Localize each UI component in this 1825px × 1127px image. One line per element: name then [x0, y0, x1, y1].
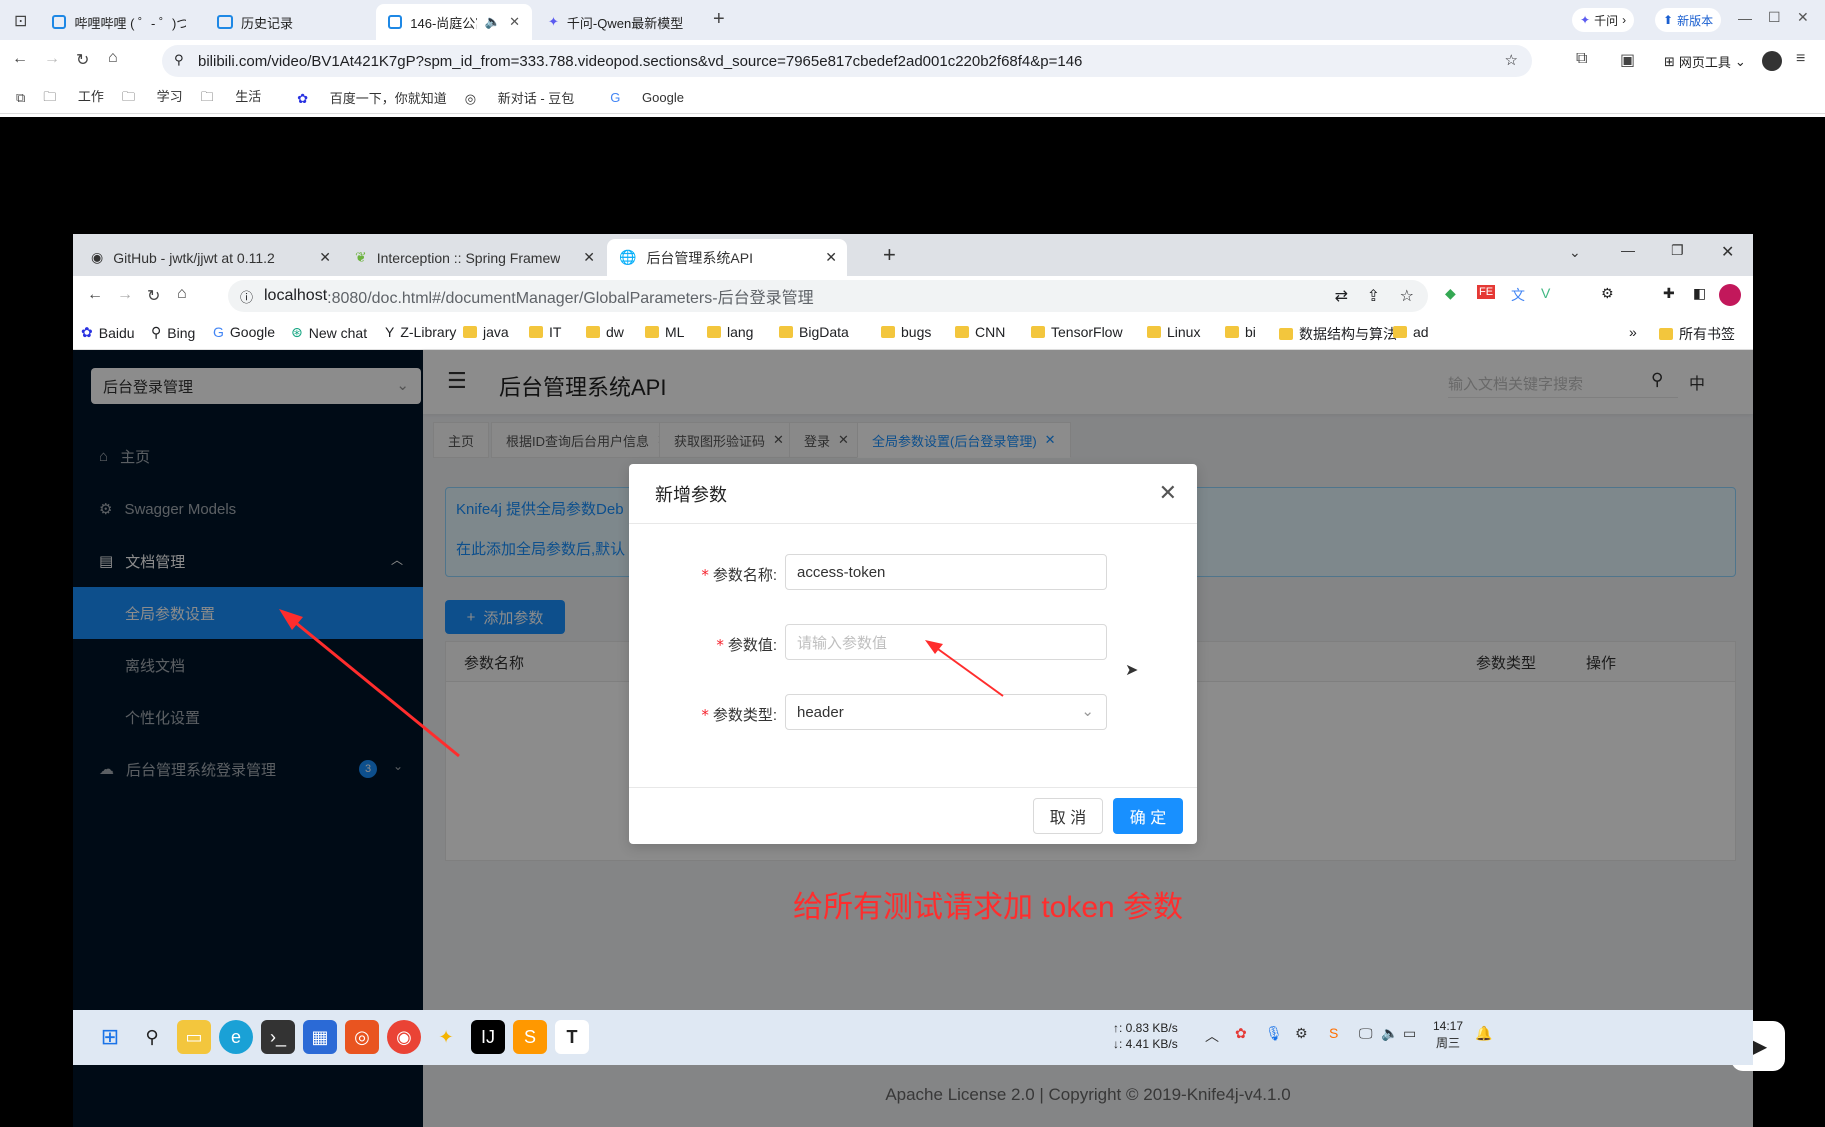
minimize-icon[interactable]: —	[1738, 10, 1752, 26]
home-icon[interactable]: ⌂	[108, 49, 118, 67]
annotation-arrows	[279, 609, 1004, 758]
notification-icon[interactable]: 🔔	[1475, 1025, 1492, 1042]
outer-address-bar: ← → ↻ ⌂ ⚲ bilibili.com/video/BV1At421K7g…	[0, 40, 1825, 82]
outer-browser-window: ⊡ 哔哩哔哩 ( ゜- ゜)つロ 历史记录 146-尚庭公寓 🔈 ✕ ✦ 千问-…	[0, 0, 1825, 1127]
network-icon[interactable]: 🖵	[1359, 1025, 1373, 1042]
intellij-icon[interactable]: IJ	[471, 1020, 505, 1054]
chevron-right-icon: ›	[1622, 13, 1627, 27]
bookmark-baidu[interactable]: ✿ 百度一下，你就知道	[279, 88, 447, 107]
close-icon[interactable]: ✕	[509, 14, 520, 30]
bookmark-label: 工作	[77, 88, 104, 104]
bookmark-doubao[interactable]: ◎ 新对话 - 豆包	[465, 88, 575, 107]
back-icon[interactable]: ←	[12, 50, 28, 68]
windows-start-icon[interactable]: ⊞	[93, 1020, 127, 1054]
outer-url-field[interactable]: ⚲ bilibili.com/video/BV1At421K7gP?spm_id…	[162, 45, 1532, 77]
microphone-icon[interactable]: 🎙	[1265, 1025, 1283, 1042]
bilibili-icon	[52, 15, 67, 29]
windows-taskbar: ⊞ ⚲ ▭ e ›_ ▦ ◎ ◉ ✦ IJ S T ↑: 0.83 KB/s ↓…	[73, 1010, 1753, 1065]
apps-icon[interactable]: ⧉	[16, 90, 25, 106]
arrow-line-input	[930, 643, 1004, 697]
net-up: ↑: 0.83 KB/s	[1113, 1021, 1178, 1035]
typora-icon[interactable]: T	[555, 1020, 589, 1054]
qwen-icon: ✦	[548, 14, 559, 29]
volume-icon[interactable]: 🔈	[1381, 1025, 1398, 1042]
extensions-icon[interactable]: ⧉	[1576, 50, 1587, 68]
bookmark-label: 生活	[235, 88, 262, 104]
screenshot-icon[interactable]: ▣	[1620, 50, 1635, 70]
chevron-up-icon[interactable]: ︿	[1205, 1026, 1219, 1046]
outer-tab-strip: ⊡ 哔哩哔哩 ( ゜- ゜)つロ 历史记录 146-尚庭公寓 🔈 ✕ ✦ 千问-…	[0, 0, 1825, 40]
tray-app-icon[interactable]: ⚙	[1295, 1025, 1308, 1042]
terminal-icon[interactable]: ›_	[261, 1020, 295, 1054]
new-version-label: 新版本	[1677, 13, 1714, 28]
upgrade-icon: ⬆	[1663, 13, 1674, 27]
tab-search-icon[interactable]: ⊡	[14, 11, 27, 31]
bilibili-icon	[388, 15, 403, 29]
qwen-icon: ✦	[1580, 13, 1591, 27]
bookmark-label: Google	[642, 90, 684, 105]
outer-tab-history[interactable]: 历史记录	[205, 4, 375, 40]
inner-browser-window: ◉ GitHub - jwtk/jjwt at 0.11.2 ✕ ❦ Inter…	[73, 234, 1753, 1127]
file-explorer-icon[interactable]: ▭	[177, 1020, 211, 1054]
bookmark-label: 百度一下，你就知道	[329, 91, 447, 106]
video-player[interactable]: ◉ GitHub - jwtk/jjwt at 0.11.2 ✕ ❦ Inter…	[0, 117, 1825, 1127]
avatar[interactable]	[1762, 51, 1782, 71]
qianwen-label: 千问	[1594, 13, 1619, 28]
maximize-icon[interactable]: ☐	[1768, 9, 1781, 26]
outer-tab-bilibili[interactable]: 哔哩哔哩 ( ゜- ゜)つロ	[40, 4, 198, 40]
outer-tab-qwen[interactable]: ✦ 千问-Qwen最新模型	[536, 4, 716, 40]
close-window-icon[interactable]: ✕	[1797, 9, 1809, 26]
outer-tab-label: 历史记录	[241, 15, 294, 31]
store-icon[interactable]: ▦	[303, 1020, 337, 1054]
new-version-button[interactable]: ⬆ 新版本	[1655, 8, 1722, 32]
star-icon[interactable]: ☆	[1505, 51, 1518, 69]
web-tools-label: 网页工具	[1678, 55, 1731, 70]
outer-url-text: bilibili.com/video/BV1At421K7gP?spm_id_f…	[198, 52, 1083, 70]
edge-icon[interactable]: e	[219, 1020, 253, 1054]
app-icon[interactable]: ✦	[429, 1020, 463, 1054]
sublime-icon[interactable]: S	[513, 1020, 547, 1054]
reload-icon[interactable]: ↻	[76, 50, 89, 70]
network-speed: ↑: 0.83 KB/s ↓: 4.41 KB/s	[1113, 1020, 1178, 1052]
grid-icon: ⊞	[1664, 53, 1675, 69]
bookmark-label: 新对话 - 豆包	[497, 91, 575, 106]
web-tools-button[interactable]: ⊞ 网页工具 ⌄	[1664, 52, 1746, 71]
search-icon[interactable]: ⚲	[135, 1020, 169, 1054]
outer-tab-label: 哔哩哔哩 ( ゜- ゜)つロ	[74, 15, 186, 31]
outer-tab-label: 146-尚庭公寓	[410, 15, 477, 31]
clock-time: 14:17	[1433, 1019, 1464, 1033]
site-info-icon[interactable]: ⚲	[174, 52, 184, 68]
bookmark-work[interactable]: 🗀 工作	[43, 86, 104, 110]
bookmark-label: 学习	[156, 88, 183, 104]
chevron-down-icon: ⌄	[1734, 53, 1746, 69]
qianwen-button[interactable]: ✦ 千问 ›	[1572, 8, 1635, 32]
tray-app-icon[interactable]: ✿	[1235, 1025, 1247, 1042]
outer-tab-label: 千问-Qwen最新模型	[566, 15, 684, 31]
speaker-icon[interactable]: 🔈	[485, 14, 501, 30]
bookmark-life[interactable]: 🗀 生活	[201, 86, 262, 110]
clock-day: 周三	[1436, 1036, 1461, 1050]
menu-icon[interactable]: ≡	[1796, 50, 1805, 68]
bookmark-study[interactable]: 🗀 学习	[122, 86, 183, 110]
clock[interactable]: 14:17 周三	[1433, 1018, 1463, 1052]
bilibili-icon	[217, 15, 233, 29]
battery-icon[interactable]: ▭	[1403, 1025, 1416, 1042]
new-tab-icon[interactable]: +	[713, 8, 725, 31]
bookmark-google[interactable]: G Google	[592, 90, 684, 105]
tray-app-icon[interactable]: S	[1329, 1025, 1338, 1041]
arrow-line-sidebar	[284, 612, 460, 758]
forward-icon[interactable]: →	[44, 50, 60, 68]
outer-tab-video[interactable]: 146-尚庭公寓 🔈 ✕	[376, 4, 532, 40]
mouse-cursor-icon: ➤	[1125, 662, 1139, 679]
ubuntu-icon[interactable]: ◎	[345, 1020, 379, 1054]
net-down: ↓: 4.41 KB/s	[1113, 1037, 1178, 1051]
outer-bookmarks-bar: ⧉ 🗀 工作 🗀 学习 🗀 生活 ✿ 百度一下，你就知道 ◎ 新对话 - 豆包 …	[0, 82, 1825, 114]
chrome-icon[interactable]: ◉	[387, 1020, 421, 1054]
